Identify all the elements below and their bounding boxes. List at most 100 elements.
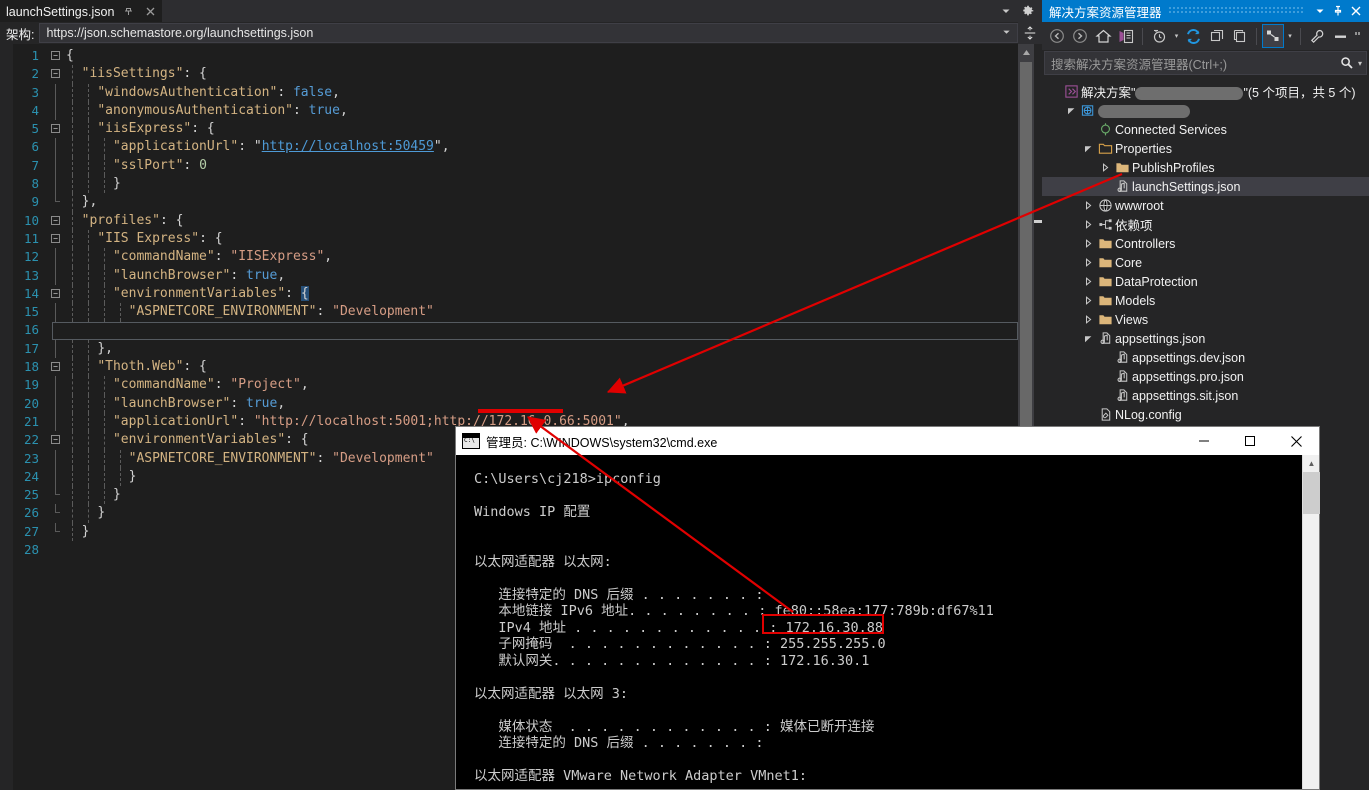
tree-node[interactable]: PublishProfiles [1042, 158, 1369, 177]
home-icon[interactable] [1092, 24, 1114, 48]
tree-node[interactable]: appsettings.sit.json [1042, 386, 1369, 405]
chevron-right-icon[interactable] [1082, 296, 1095, 305]
cmd-output-area[interactable]: C:\Users\cj218>ipconfig Windows IP 配置 以太… [456, 455, 1319, 789]
refresh-icon[interactable] [1183, 24, 1205, 48]
code-line-text: }, [64, 339, 1010, 359]
tree-node[interactable]: 依赖项 [1042, 215, 1369, 234]
view-designer-icon[interactable] [1261, 24, 1284, 48]
chevron-down-icon[interactable] [1082, 334, 1095, 343]
schema-url-combobox[interactable]: https://json.schemastore.org/launchsetti… [39, 23, 1018, 43]
chevron-right-icon[interactable] [1082, 258, 1095, 267]
chevron-down-icon[interactable]: ▾ [1285, 24, 1295, 48]
close-icon[interactable] [142, 4, 158, 20]
command-prompt-window[interactable]: 管理员: C:\WINDOWS\system32\cmd.exe C:\User… [455, 426, 1320, 790]
pending-changes-icon[interactable] [1148, 24, 1170, 48]
fold-toggle-icon[interactable]: − [48, 47, 64, 65]
cmd-titlebar[interactable]: 管理员: C:\WINDOWS\system32\cmd.exe [456, 427, 1319, 455]
minimize-button[interactable] [1181, 427, 1227, 455]
tree-node-selected[interactable]: launchSettings.json [1042, 177, 1369, 196]
code-token: : [316, 304, 333, 320]
fold-guide [48, 504, 64, 522]
fold-toggle-icon[interactable]: − [48, 431, 64, 449]
search-input[interactable]: 搜索解决方案资源管理器(Ctrl+;) ▾ [1044, 51, 1367, 75]
pin-icon[interactable] [120, 4, 136, 20]
chevron-right-icon[interactable] [1082, 201, 1095, 210]
chevron-down-icon[interactable] [1002, 28, 1011, 39]
cmd-scrollbar-thumb[interactable] [1303, 472, 1320, 514]
tree-node[interactable]: Models [1042, 291, 1369, 310]
code-line: 4 "anonymousAuthentication": true, [0, 101, 1010, 121]
fold-toggle-icon[interactable]: − [48, 120, 64, 138]
back-icon[interactable] [1046, 24, 1068, 48]
overview-change-mark [1034, 220, 1042, 223]
indent-guide [88, 303, 89, 322]
fold-toggle-icon[interactable]: − [48, 358, 64, 376]
tree-node[interactable]: Controllers [1042, 234, 1369, 253]
toolbar-separator [1255, 27, 1257, 45]
code-line: 7 "sslPort": 0 [0, 156, 1010, 176]
indent-guide [104, 248, 105, 267]
scroll-up-icon[interactable]: ▲ [1303, 455, 1320, 472]
close-icon[interactable] [1347, 2, 1365, 20]
code-line: 9 }, [0, 193, 1010, 212]
chevron-right-icon[interactable] [1099, 163, 1112, 172]
tree-node[interactable]: Core [1042, 253, 1369, 272]
chevron-right-icon[interactable] [1082, 220, 1095, 229]
code-token: "commandName" [112, 249, 215, 265]
fold-toggle-icon[interactable]: − [48, 285, 64, 303]
tree-node[interactable]: NLog.config [1042, 405, 1369, 424]
indent-guide [88, 120, 89, 139]
fold-toggle-icon[interactable]: − [48, 212, 64, 230]
chevron-right-icon[interactable] [1082, 315, 1095, 324]
chevron-right-icon[interactable] [1082, 277, 1095, 286]
cmd-scrollbar[interactable]: ▲ [1302, 455, 1320, 789]
tree-node[interactable]: Properties [1042, 139, 1369, 158]
search-icon[interactable] [1340, 56, 1354, 70]
line-number: 13 [23, 267, 39, 283]
dropdown-icon[interactable] [1311, 2, 1329, 20]
show-all-files-icon[interactable] [1229, 24, 1251, 48]
pin-icon[interactable] [1329, 2, 1347, 20]
chevron-down-icon[interactable] [1065, 106, 1078, 115]
code-line: 3 "windowsAuthentication": false, [0, 83, 1010, 102]
chevron-down-icon[interactable] [1082, 144, 1095, 153]
indent-guide [120, 449, 121, 468]
chevron-down-icon[interactable] [996, 1, 1016, 21]
collapse-all-icon[interactable] [1206, 24, 1228, 48]
tree-node[interactable]: Connected Services [1042, 120, 1369, 139]
code-token: "Development" [332, 450, 434, 466]
properties-icon[interactable] [1306, 24, 1328, 48]
tree-node[interactable]: Views [1042, 310, 1369, 329]
editor-tab-launchsettings[interactable]: launchSettings.json [0, 0, 163, 22]
wwwroot-icon [1095, 198, 1115, 213]
tree-node[interactable]: appsettings.pro.json [1042, 367, 1369, 386]
indent-guide [72, 321, 73, 340]
indent-guide [104, 138, 105, 157]
chevron-down-icon[interactable]: ▾ [1354, 59, 1362, 68]
close-button[interactable] [1273, 427, 1319, 455]
overflow-icon[interactable] [1352, 24, 1365, 48]
fold-toggle-icon[interactable]: − [48, 65, 64, 83]
line-number: 16 [23, 322, 39, 338]
tree-node-label: Controllers [1115, 236, 1176, 251]
preview-selected-icon[interactable] [1329, 24, 1351, 48]
line-number: 20 [23, 395, 39, 411]
fold-toggle-icon[interactable]: − [48, 230, 64, 248]
tree-node[interactable]: wwwroot [1042, 196, 1369, 215]
chevron-right-icon[interactable] [1082, 239, 1095, 248]
indent-guide [72, 138, 73, 157]
tree-node[interactable]: 解决方案" "(5 个项目，共 5 个) [1042, 82, 1369, 101]
maximize-button[interactable] [1227, 427, 1273, 455]
indent-guide [72, 486, 73, 505]
tree-node[interactable]: appsettings.dev.json [1042, 348, 1369, 367]
scroll-up-icon[interactable] [1018, 44, 1034, 60]
tree-node[interactable]: appsettings.json [1042, 329, 1369, 348]
gear-icon[interactable] [1018, 1, 1038, 21]
chevron-down-icon[interactable]: ▾ [1171, 24, 1181, 48]
tree-node[interactable]: DataProtection [1042, 272, 1369, 291]
indent-guide [88, 229, 89, 249]
split-window-icon[interactable] [1018, 22, 1042, 44]
forward-icon[interactable] [1069, 24, 1091, 48]
solution-root-icon[interactable] [1115, 24, 1137, 48]
tree-node[interactable] [1042, 101, 1369, 120]
